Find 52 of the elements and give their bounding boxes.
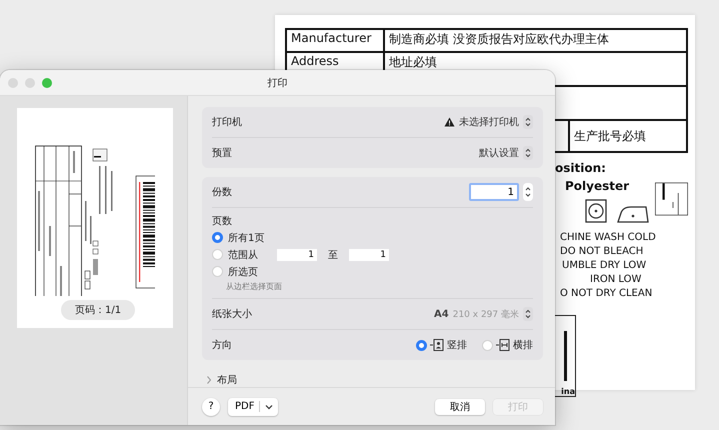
chevron-icon <box>206 376 212 384</box>
care-instruction: DO NOT BLEACH <box>560 245 644 259</box>
radio-button[interactable] <box>416 340 427 350</box>
printer-popup[interactable]: 未选择打印机 <box>444 115 533 129</box>
stepper-icon <box>523 115 533 129</box>
care-instruction: CHINE WASH COLD <box>560 231 656 245</box>
care-instruction: O NOT DRY CLEAN <box>560 287 652 301</box>
radio-button[interactable] <box>212 232 223 243</box>
range-to-field[interactable]: 1 <box>349 248 389 260</box>
setting-label: 页数 <box>212 215 233 228</box>
radio-label: 所选页 <box>228 266 258 278</box>
window-control[interactable] <box>42 78 52 88</box>
care-instruction: IRON LOW <box>589 273 642 287</box>
setting-label: 方向 <box>212 338 232 352</box>
range-from-field[interactable]: 1 <box>277 248 317 260</box>
help-button[interactable]: ? <box>202 398 220 416</box>
range-to-label: 至 <box>328 248 338 262</box>
window-control[interactable] <box>25 78 35 88</box>
landscape-icon <box>496 339 510 351</box>
setting-label: 份数 <box>212 186 232 199</box>
cancel-button[interactable]: 取消 <box>435 398 485 414</box>
chevron-down-icon <box>265 404 274 410</box>
setting-label: 预置 <box>212 146 232 160</box>
window-control[interactable] <box>8 78 18 88</box>
paper-size-popup[interactable]: A4 210 x 297 毫米 <box>434 307 533 321</box>
stepper-icon <box>523 307 533 321</box>
composition-heading: osition: <box>555 161 607 175</box>
radio-label: 范围从 <box>228 248 258 262</box>
radio-label: 横排 <box>513 338 533 352</box>
table-cell: Manufacturer <box>287 30 385 51</box>
stepper-icon[interactable] <box>523 183 533 201</box>
table-cell-text: 制造商必填 没资质报告对应欧代办理主体 <box>388 31 610 48</box>
care-instruction: UMBLE DRY LOW <box>561 259 646 273</box>
tumble-dry-icon <box>585 199 607 223</box>
preset-popup[interactable]: 默认设置 <box>479 146 533 160</box>
pdf-menu-button[interactable]: PDF <box>228 398 278 416</box>
table-cell-text: 地址必填 <box>388 54 438 71</box>
composition-value: Polyester <box>565 179 630 193</box>
radio-label: 竖排 <box>447 338 467 352</box>
radio-label: 所有1页 <box>228 232 264 244</box>
setting-label: 打印机 <box>212 116 242 129</box>
stepper-icon <box>523 146 533 160</box>
origin-text: ina <box>561 387 575 396</box>
page-number-label: 页码：1/1 <box>61 300 136 320</box>
layout-disclosure[interactable]: 布局 <box>206 373 237 387</box>
iron-icon <box>617 205 649 223</box>
copies-field[interactable]: 1 <box>469 183 519 201</box>
table-cell-text: 生产批号必填 <box>573 128 647 145</box>
setting-label: 纸张大小 <box>212 308 252 321</box>
portrait-icon <box>430 339 444 351</box>
hint-text: 从边栏选择页面 <box>225 281 283 292</box>
window-title: 打印 <box>268 76 288 90</box>
